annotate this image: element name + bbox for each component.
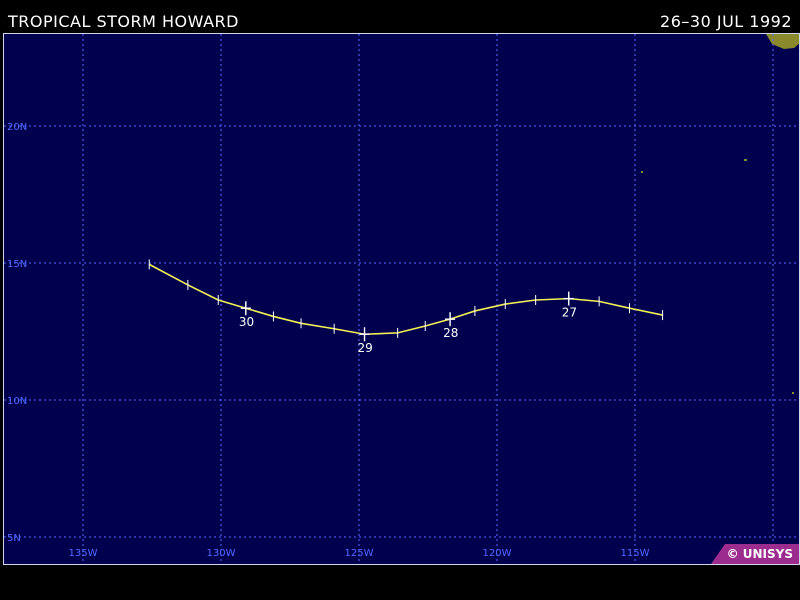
grid-labels: 20N15N10N5N135W130W125W120W115W110W [7, 122, 788, 559]
lon-label: 125W [345, 548, 374, 559]
lon-label: 115W [621, 548, 650, 559]
land-layer [641, 34, 799, 394]
lat-label: 10N [7, 396, 27, 407]
lat-label: 5N [7, 533, 21, 544]
island-marker [792, 392, 794, 394]
baja-coast-landmass [766, 34, 799, 49]
lat-lon-grid [4, 34, 799, 564]
storm-title: TROPICAL STORM HOWARD [8, 12, 239, 31]
day-label: 28 [443, 326, 458, 340]
copyright-badge: © UNISYS [711, 544, 799, 564]
storm-dates: 26–30 JUL 1992 [660, 12, 792, 31]
lat-label: 20N [7, 122, 27, 133]
map-canvas: 20N15N10N5N135W130W125W120W115W110W 2728… [4, 34, 799, 564]
lon-label: 130W [207, 548, 236, 559]
lon-label: 135W [69, 548, 98, 559]
day-label: 30 [239, 315, 254, 329]
island-marker [641, 171, 643, 173]
track-map: 20N15N10N5N135W130W125W120W115W110W 2728… [3, 33, 800, 565]
day-label: 29 [358, 341, 373, 355]
track-line [148, 263, 663, 336]
day-label: 27 [562, 306, 577, 320]
lon-label: 120W [483, 548, 512, 559]
island-marker [744, 159, 747, 161]
storm-track: 27 28 29 30 [148, 259, 664, 355]
lat-label: 15N [7, 259, 27, 270]
